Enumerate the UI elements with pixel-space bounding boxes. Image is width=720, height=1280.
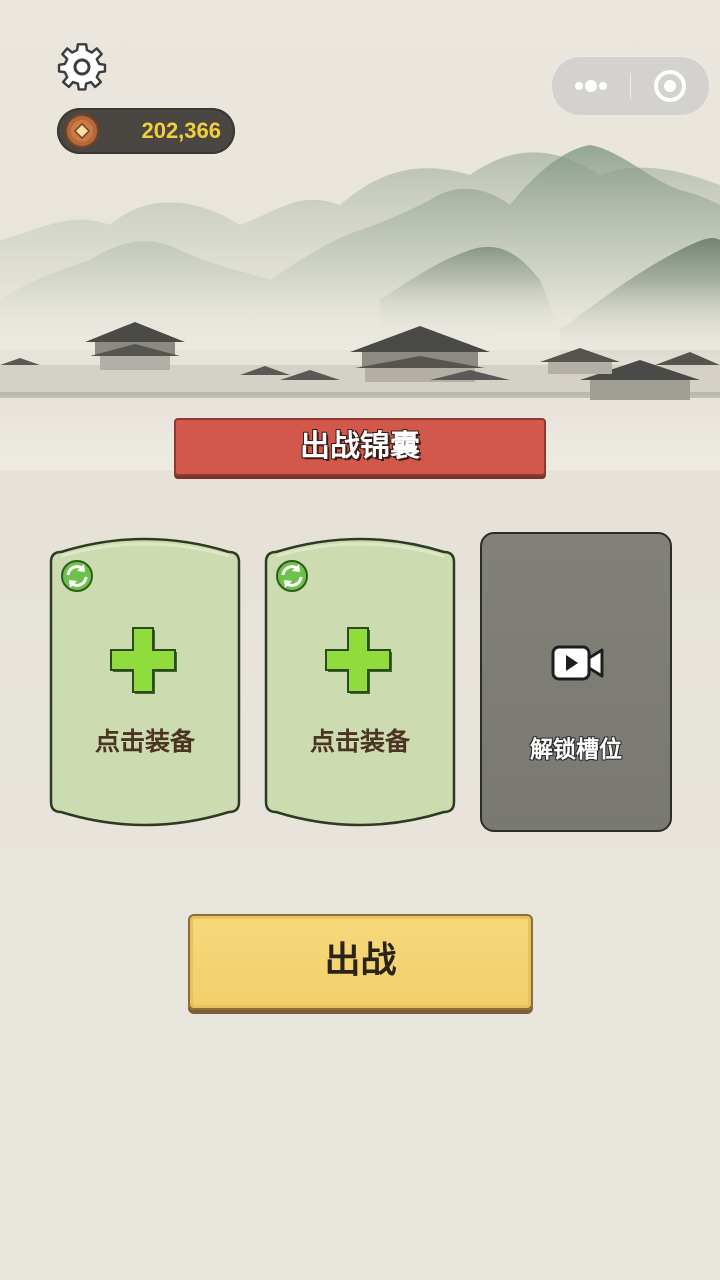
coin-count: 202,366	[141, 118, 221, 143]
target-close-icon[interactable]	[631, 57, 709, 115]
equip-slot-2[interactable]: 点击装备	[264, 536, 456, 828]
miniprogram-capsule	[551, 56, 710, 116]
ancient-coin-icon	[65, 114, 99, 148]
banner-title: 出战锦囊	[300, 429, 420, 464]
battle-button[interactable]: 出战	[188, 914, 533, 1010]
battle-button-label: 出战	[324, 940, 397, 981]
plus-icon	[110, 627, 177, 694]
refresh-icon[interactable]	[57, 556, 97, 596]
coin-balance: 202,366	[57, 108, 235, 154]
locked-slot[interactable]: 解锁槽位	[480, 532, 672, 832]
video-camera-icon	[551, 645, 604, 681]
slot-label: 点击装备	[309, 727, 410, 756]
more-dots-icon[interactable]	[552, 57, 630, 115]
slot-label: 点击装备	[94, 727, 195, 756]
refresh-icon[interactable]	[272, 556, 312, 596]
title-banner: 出战锦囊	[174, 418, 546, 476]
plus-icon	[325, 627, 392, 694]
equip-slot-1[interactable]: 点击装备	[49, 536, 241, 828]
gear-icon[interactable]	[55, 40, 109, 94]
unlock-slot-label: 解锁槽位	[530, 737, 622, 763]
game-screen: 202,366 出战锦囊 点击装备 点击装备 解锁槽位 出战	[0, 0, 720, 1280]
